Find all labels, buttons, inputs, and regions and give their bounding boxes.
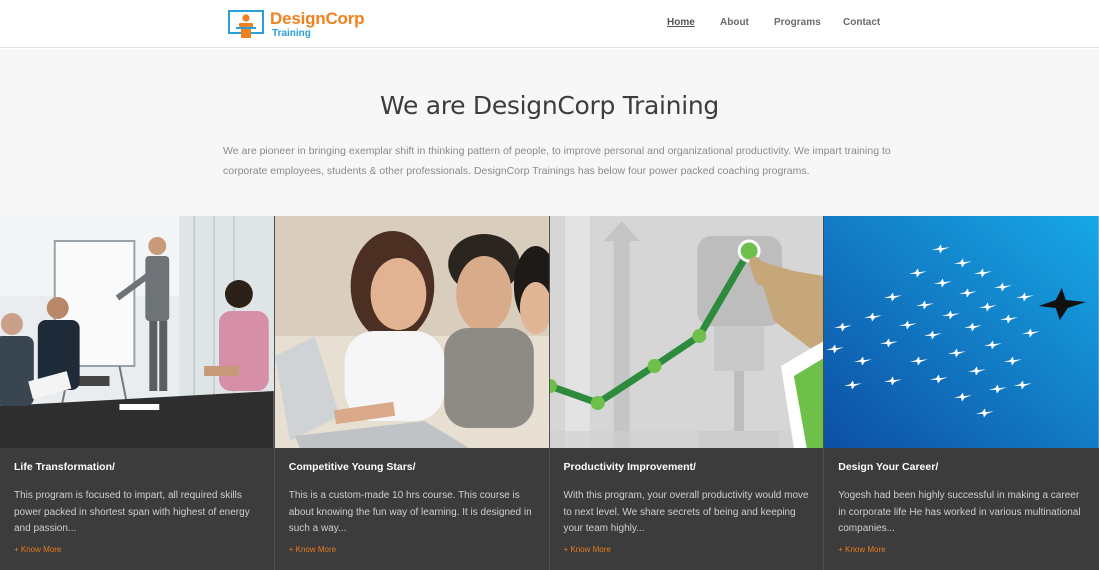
- know-more-link[interactable]: + Know More: [289, 545, 336, 554]
- program-description: With this program, your overall producti…: [563, 490, 809, 534]
- growth-graph-illustration: [549, 216, 824, 448]
- hero-description: We are pioneer in bringing exemplar shif…: [223, 145, 891, 177]
- program-title: Life Transformation/: [14, 461, 115, 473]
- nav-about[interactable]: About: [720, 17, 749, 28]
- program-card: Life Transformation/ This program is foc…: [0, 216, 275, 570]
- hero-section: We are DesignCorp Training We are pionee…: [0, 49, 1099, 216]
- program-description: This is a custom-made 10 hrs course. Thi…: [288, 490, 532, 534]
- nav-contact[interactable]: Contact: [843, 17, 880, 28]
- program-description: This program is focused to impart, all r…: [14, 490, 250, 534]
- programs-grid: Life Transformation/ This program is foc…: [0, 216, 1099, 570]
- program-card-body: Life Transformation/ This program is foc…: [0, 448, 274, 570]
- nav-programs[interactable]: Programs: [774, 17, 821, 28]
- nav-home[interactable]: Home: [667, 17, 695, 28]
- program-title: Design Your Career/: [838, 461, 939, 473]
- program-card: Competitive Young Stars/ This is a custo…: [274, 216, 550, 570]
- know-more-link[interactable]: + Know More: [838, 545, 885, 554]
- program-description: Yogesh had been highly successful in mak…: [838, 490, 1081, 534]
- program-card-body: Competitive Young Stars/ This is a custo…: [274, 448, 549, 570]
- program-card: Design Your Career/ Yogesh had been high…: [824, 216, 1099, 570]
- know-more-link[interactable]: + Know More: [564, 545, 611, 554]
- students-laptop-photo: [274, 216, 549, 448]
- main-nav: Home About Programs Contact: [0, 17, 1099, 31]
- office-presentation-photo: [0, 216, 274, 448]
- birds-flock-illustration: [824, 216, 1099, 448]
- program-card: Productivity Improvement/ With this prog…: [549, 216, 825, 570]
- program-card-body: Design Your Career/ Yogesh had been high…: [824, 448, 1099, 570]
- program-title: Competitive Young Stars/: [288, 461, 416, 473]
- program-card-body: Productivity Improvement/ With this prog…: [549, 448, 824, 570]
- page-title: We are DesignCorp Training: [380, 91, 719, 120]
- program-title: Productivity Improvement/: [563, 461, 696, 473]
- site-header: DesignCorp Training Home About Programs …: [0, 0, 1099, 48]
- know-more-link[interactable]: + Know More: [14, 545, 61, 554]
